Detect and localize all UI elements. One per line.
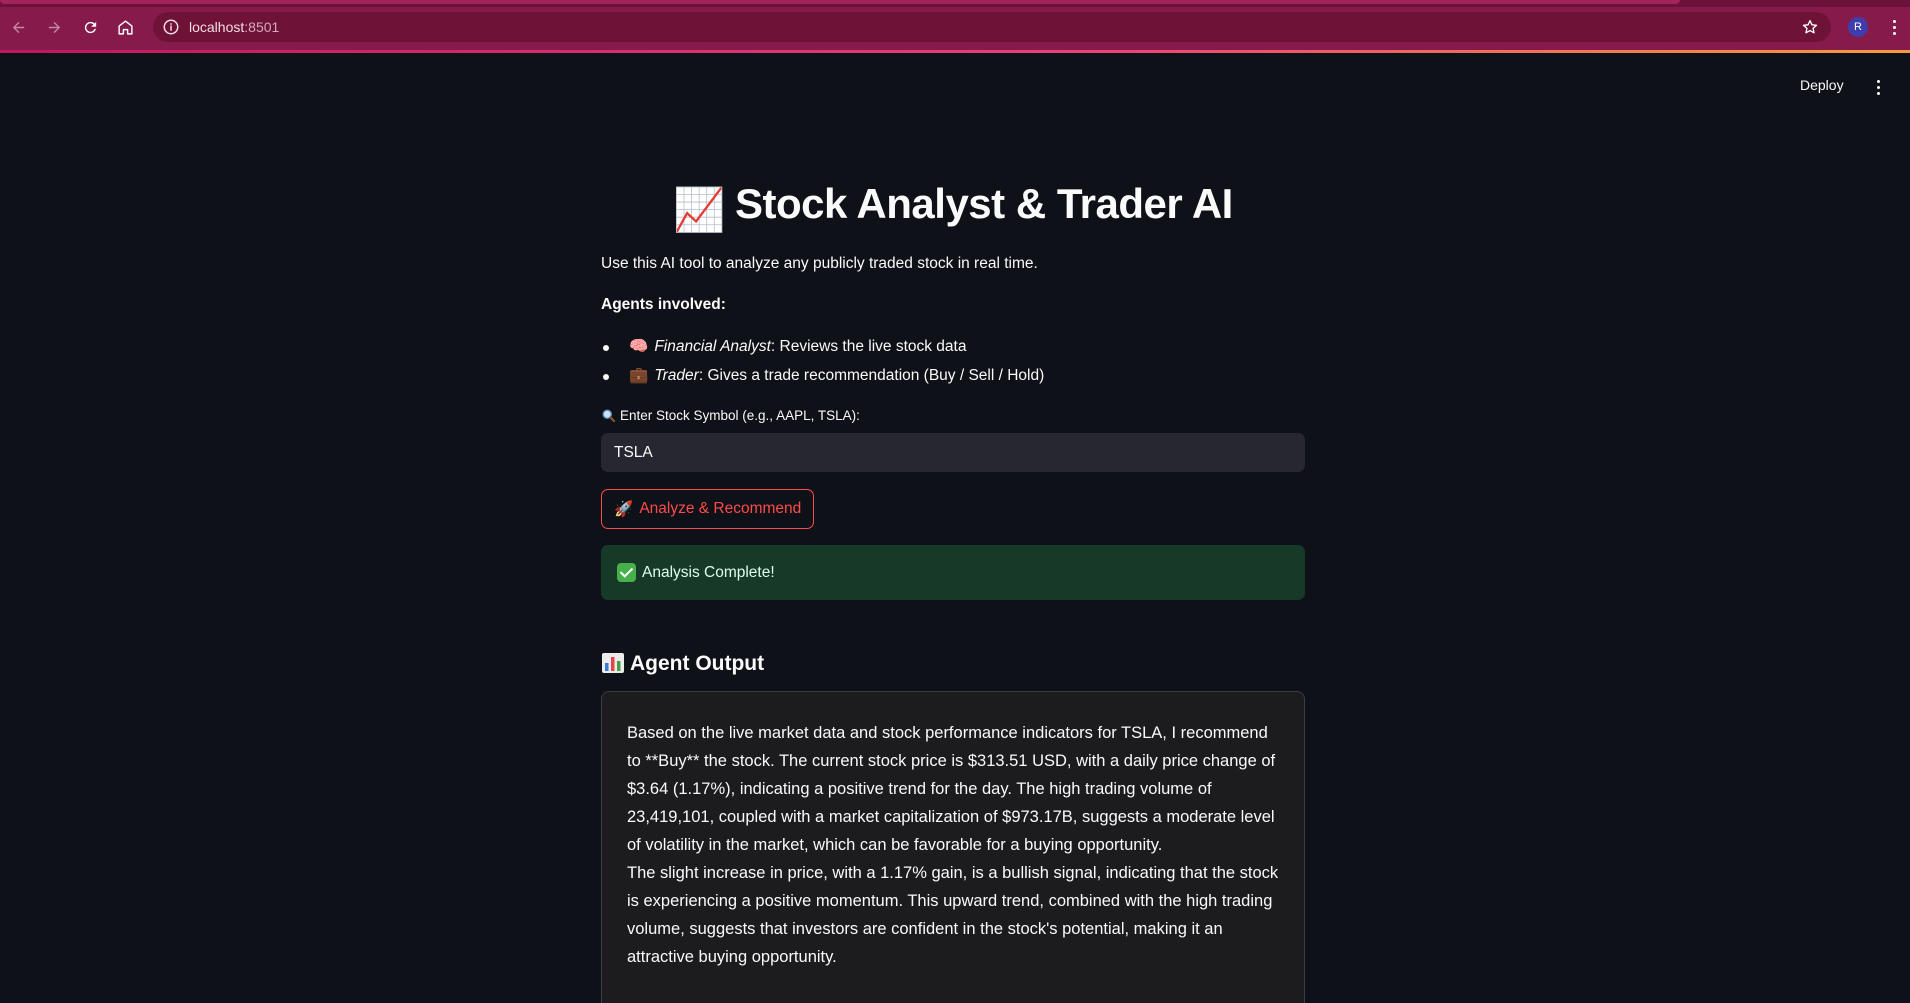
check-icon: [617, 563, 636, 582]
main-menu-icon[interactable]: [1872, 78, 1884, 96]
toolbar-accent-line: [0, 50, 1910, 53]
browser-toolbar: localhost:8501 R: [0, 0, 1910, 53]
profile-avatar[interactable]: R: [1848, 17, 1868, 37]
page-title: 📈 Stock Analyst & Trader AI: [673, 180, 1233, 233]
stock-symbol-input[interactable]: [601, 433, 1305, 472]
output-paragraph: The slight increase in price, with a 1.1…: [627, 864, 1279, 966]
info-icon[interactable]: [162, 18, 180, 36]
briefcase-icon: 💼: [629, 367, 649, 384]
list-item: 💼 Trader: Gives a trade recommendation (B…: [601, 365, 1305, 394]
browser-menu-icon[interactable]: [1886, 16, 1902, 38]
list-item: 🧠 Financial Analyst: Reviews the live sto…: [601, 336, 1305, 365]
address-bar[interactable]: localhost:8501: [153, 12, 1831, 42]
intro-text: Use this AI tool to analyze any publicly…: [601, 255, 1038, 272]
star-icon[interactable]: [1801, 18, 1819, 36]
forward-arrow-icon[interactable]: [41, 14, 67, 40]
agent-output-heading: Agent Output: [601, 652, 764, 676]
agents-heading: Agents involved:: [601, 296, 726, 313]
agent-output-box: Based on the live market data and stock …: [601, 691, 1305, 1003]
url-text: localhost:8501: [189, 19, 280, 35]
brain-icon: 🧠: [629, 338, 649, 355]
analyze-recommend-button[interactable]: 🚀 Analyze & Recommend: [601, 489, 815, 529]
output-paragraph: Based on the live market data and stock …: [627, 724, 1276, 854]
bar-chart-icon: [602, 653, 624, 673]
success-alert: Analysis Complete!: [601, 545, 1305, 600]
rocket-icon: 🚀: [614, 500, 634, 518]
tab-strip: [0, 0, 1910, 7]
agents-list: 🧠 Financial Analyst: Reviews the live sto…: [601, 336, 1305, 394]
chart-emoji-icon: 📈: [673, 186, 725, 233]
home-icon[interactable]: [112, 14, 138, 40]
reload-icon[interactable]: [77, 14, 103, 40]
stock-symbol-label: Enter Stock Symbol (e.g., AAPL, TSLA):: [601, 408, 860, 423]
magnifier-icon: [602, 409, 616, 423]
back-arrow-icon[interactable]: [5, 14, 31, 40]
deploy-button[interactable]: Deploy: [1800, 77, 1844, 93]
